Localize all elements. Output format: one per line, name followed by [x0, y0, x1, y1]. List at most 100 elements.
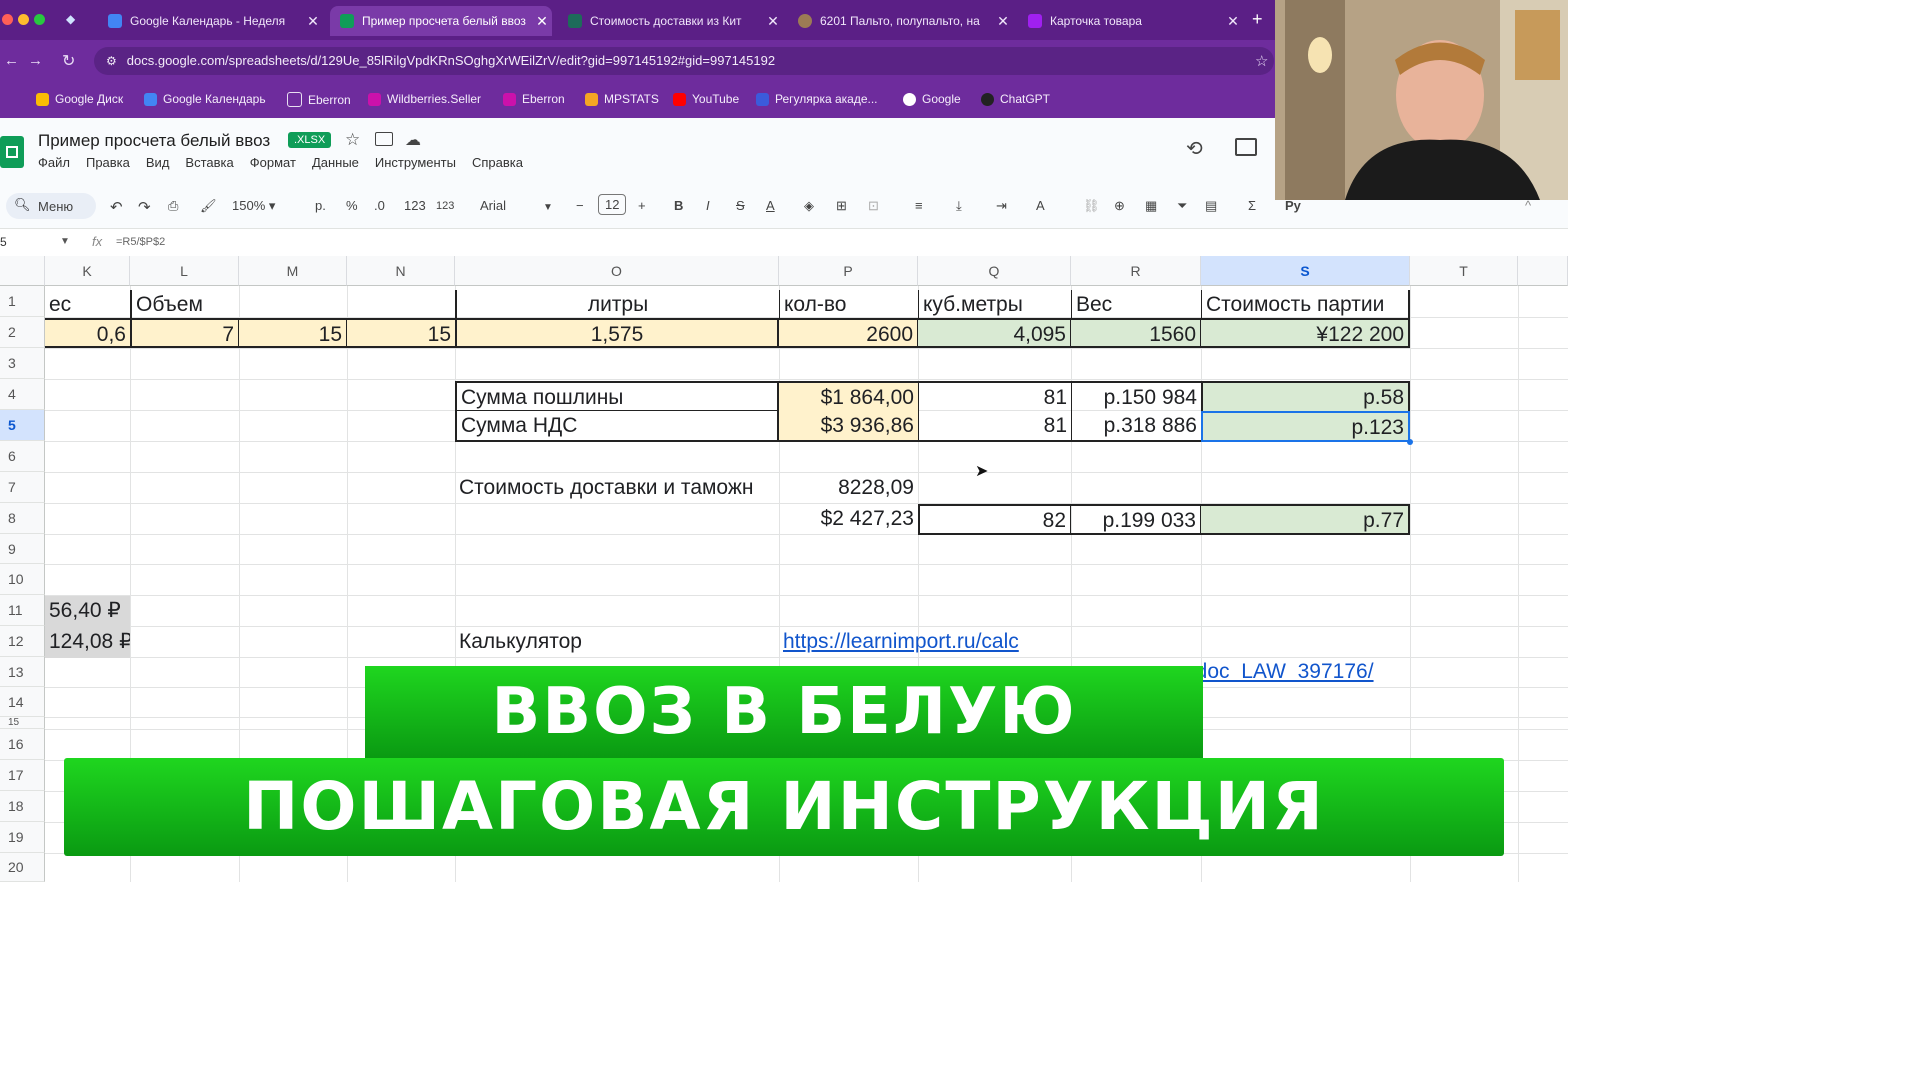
cell-m2[interactable]: 15 [239, 318, 347, 348]
cell-k2[interactable]: 0,6 [45, 318, 130, 348]
column-header-q[interactable]: Q [918, 256, 1071, 286]
reload-icon[interactable]: ↻ [62, 51, 75, 71]
cell-o5[interactable]: Сумма НДС [455, 411, 779, 442]
cell-s2[interactable]: ¥122 200 [1201, 318, 1410, 348]
close-tab-icon[interactable]: ✕ [532, 13, 552, 30]
borders-icon[interactable]: ⊞ [836, 198, 847, 214]
bookmark-chatgpt[interactable]: ChatGPT [981, 92, 1050, 106]
cell-p5[interactable]: $3 936,86 [779, 411, 918, 442]
bookmark-mpstats[interactable]: MPSTATS [585, 92, 659, 106]
bookmark-wildberries-seller[interactable]: Wildberries.Seller [368, 92, 481, 106]
row-header[interactable]: 7 [0, 472, 45, 503]
row-header[interactable]: 13 [0, 657, 45, 687]
row-header[interactable]: 18 [0, 791, 45, 822]
tab-product-card[interactable]: Карточка товара ✕ [1018, 6, 1243, 36]
cell-s8[interactable]: р.77 [1201, 504, 1410, 535]
fill-color-icon[interactable]: ◈ [804, 198, 814, 214]
currency-format-button[interactable]: р. [315, 198, 326, 213]
cell-r1[interactable]: Вес [1071, 290, 1201, 320]
row-header[interactable]: 1 [0, 286, 45, 317]
text-wrap-icon[interactable]: ⇥ [996, 198, 1007, 214]
input-tools-button[interactable]: Ру [1285, 198, 1301, 213]
print-icon[interactable]: ⎙ [168, 198, 178, 214]
select-all-corner[interactable] [0, 256, 45, 286]
cell-q4[interactable]: 81 [918, 381, 1071, 411]
row-header[interactable]: 15 [0, 717, 45, 729]
link-icon[interactable]: ⛓ [1083, 198, 1100, 214]
filter-views-icon[interactable]: ▤ [1205, 198, 1217, 214]
cell-p2[interactable]: 2600 [779, 318, 918, 348]
column-header-r[interactable]: R [1071, 256, 1201, 286]
tab-google-calendar[interactable]: Google Календарь - Неделя ✕ [98, 6, 323, 36]
cell-p13-tail[interactable]: _doc_LAW_397176/ [1180, 657, 1420, 687]
star-icon[interactable]: ☆ [345, 130, 360, 150]
column-header-p[interactable]: P [779, 256, 918, 286]
formula-input[interactable]: =R5/$P$2 [116, 236, 165, 248]
comment-icon[interactable]: ⊕ [1114, 198, 1125, 214]
maximize-window-dot[interactable] [34, 14, 45, 25]
bookmark-google-drive[interactable]: Google Диск [36, 92, 123, 106]
document-title[interactable]: Пример просчета белый ввоз [38, 131, 270, 151]
calculator-link[interactable]: https://learnimport.ru/calc [783, 630, 1019, 653]
decrease-decimal-button[interactable]: .0 [374, 198, 385, 213]
row-header[interactable]: 5 [0, 410, 45, 441]
tab-delivery-cost[interactable]: Стоимость доставки из Кит ✕ [558, 6, 783, 36]
cell-q1[interactable]: куб.метры [918, 290, 1071, 320]
font-size-minus-button[interactable]: − [576, 198, 584, 213]
row-header[interactable]: 19 [0, 822, 45, 853]
minimize-window-dot[interactable] [18, 14, 29, 25]
cell-s4[interactable]: р.58 [1201, 381, 1410, 411]
cell-s5-selected[interactable]: р.123 [1201, 411, 1410, 442]
column-header-l[interactable]: L [130, 256, 239, 286]
vertical-align-icon[interactable]: ⤓ [956, 198, 962, 214]
filter-icon[interactable]: ⏷ [1177, 198, 1187, 214]
column-header-m[interactable]: M [239, 256, 347, 286]
cell-o12[interactable]: Калькулятор [455, 627, 779, 657]
name-box[interactable]: 5 [0, 235, 7, 249]
cell-k11[interactable]: 56,40 ₽ [45, 596, 130, 627]
column-header-o[interactable]: O [455, 256, 779, 286]
menu-help[interactable]: Справка [472, 155, 523, 170]
cell-l1[interactable]: Объем [130, 290, 455, 320]
row-header[interactable]: 20 [0, 853, 45, 882]
close-tab-icon[interactable]: ✕ [1223, 13, 1243, 30]
cell-p12[interactable]: https://learnimport.ru/calc [779, 627, 1179, 657]
bookmark-youtube[interactable]: YouTube [673, 92, 739, 106]
text-color-button[interactable]: A [766, 198, 775, 213]
move-folder-icon[interactable] [375, 132, 393, 146]
cell-k1[interactable]: ес [45, 290, 130, 320]
menu-data[interactable]: Данные [312, 155, 359, 170]
cell-p8[interactable]: $2 427,23 [779, 504, 918, 534]
menu-format[interactable]: Формат [250, 155, 296, 170]
row-header[interactable]: 4 [0, 379, 45, 410]
font-size-plus-button[interactable]: + [638, 198, 646, 213]
strikethrough-button[interactable]: S [736, 198, 745, 213]
row-header[interactable]: 11 [0, 595, 45, 626]
bookmark-eberron[interactable]: Eberron [503, 92, 565, 106]
menu-insert[interactable]: Вставка [185, 155, 233, 170]
column-header-t[interactable]: T [1410, 256, 1518, 286]
column-header-n[interactable]: N [347, 256, 455, 286]
cell-s1[interactable]: Стоимость партии [1201, 290, 1410, 320]
cell-p7[interactable]: 8228,09 [779, 473, 918, 503]
cell-r4[interactable]: р.150 984 [1071, 381, 1201, 411]
italic-button[interactable]: I [706, 198, 710, 213]
cell-r2[interactable]: 1560 [1071, 318, 1201, 348]
text-rotation-icon[interactable]: A [1036, 198, 1045, 213]
tab-search-icon[interactable]: ◆ [66, 12, 80, 26]
site-settings-icon[interactable]: ⚙ [106, 54, 117, 68]
functions-icon[interactable]: Σ [1248, 198, 1256, 213]
row-header[interactable]: 17 [0, 760, 45, 791]
row-header[interactable]: 3 [0, 348, 45, 379]
close-tab-icon[interactable]: ✕ [993, 13, 1013, 30]
cell-r5[interactable]: р.318 886 [1071, 411, 1201, 442]
cell-k12[interactable]: 124,08 ₽ [45, 627, 130, 658]
more-formats-button[interactable]: 123 [436, 200, 454, 212]
cell-p1[interactable]: кол-во [779, 290, 918, 320]
column-header-s[interactable]: S [1201, 256, 1410, 286]
close-window-dot[interactable] [2, 14, 13, 25]
cell-n2[interactable]: 15 [347, 318, 455, 348]
align-icon[interactable]: ≡ [915, 198, 923, 213]
tab-active-spreadsheet[interactable]: Пример просчета белый ввоз ✕ [330, 6, 552, 36]
cell-o1[interactable]: литры [455, 290, 779, 320]
